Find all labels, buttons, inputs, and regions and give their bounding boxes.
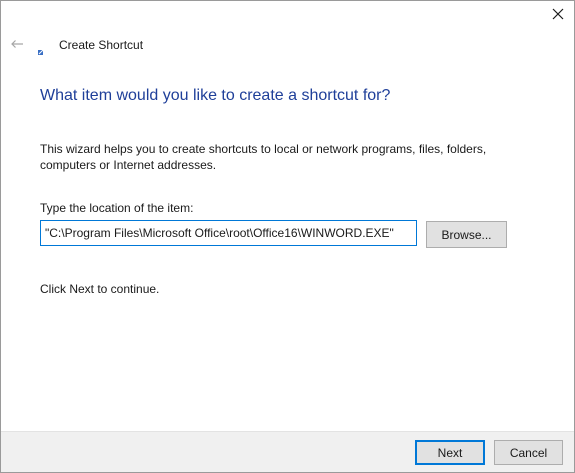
shortcut-app-icon [37,43,45,55]
browse-button[interactable]: Browse... [426,221,507,248]
close-button[interactable] [545,3,571,29]
wizard-description: This wizard helps you to create shortcut… [40,142,487,172]
page-heading: What item would you like to create a sho… [40,87,391,104]
back-arrow-icon [10,36,24,54]
cancel-button[interactable]: Cancel [494,440,563,465]
continue-instruction: Click Next to continue. [40,282,160,296]
location-input[interactable] [40,220,417,246]
location-label: Type the location of the item: [40,201,194,215]
window-title: Create Shortcut [59,38,144,52]
create-shortcut-dialog: Create Shortcut What item would you like… [0,0,575,473]
dialog-footer: Next Cancel [1,431,574,472]
next-button[interactable]: Next [415,440,485,465]
back-button[interactable] [7,35,27,55]
close-icon [552,7,564,25]
